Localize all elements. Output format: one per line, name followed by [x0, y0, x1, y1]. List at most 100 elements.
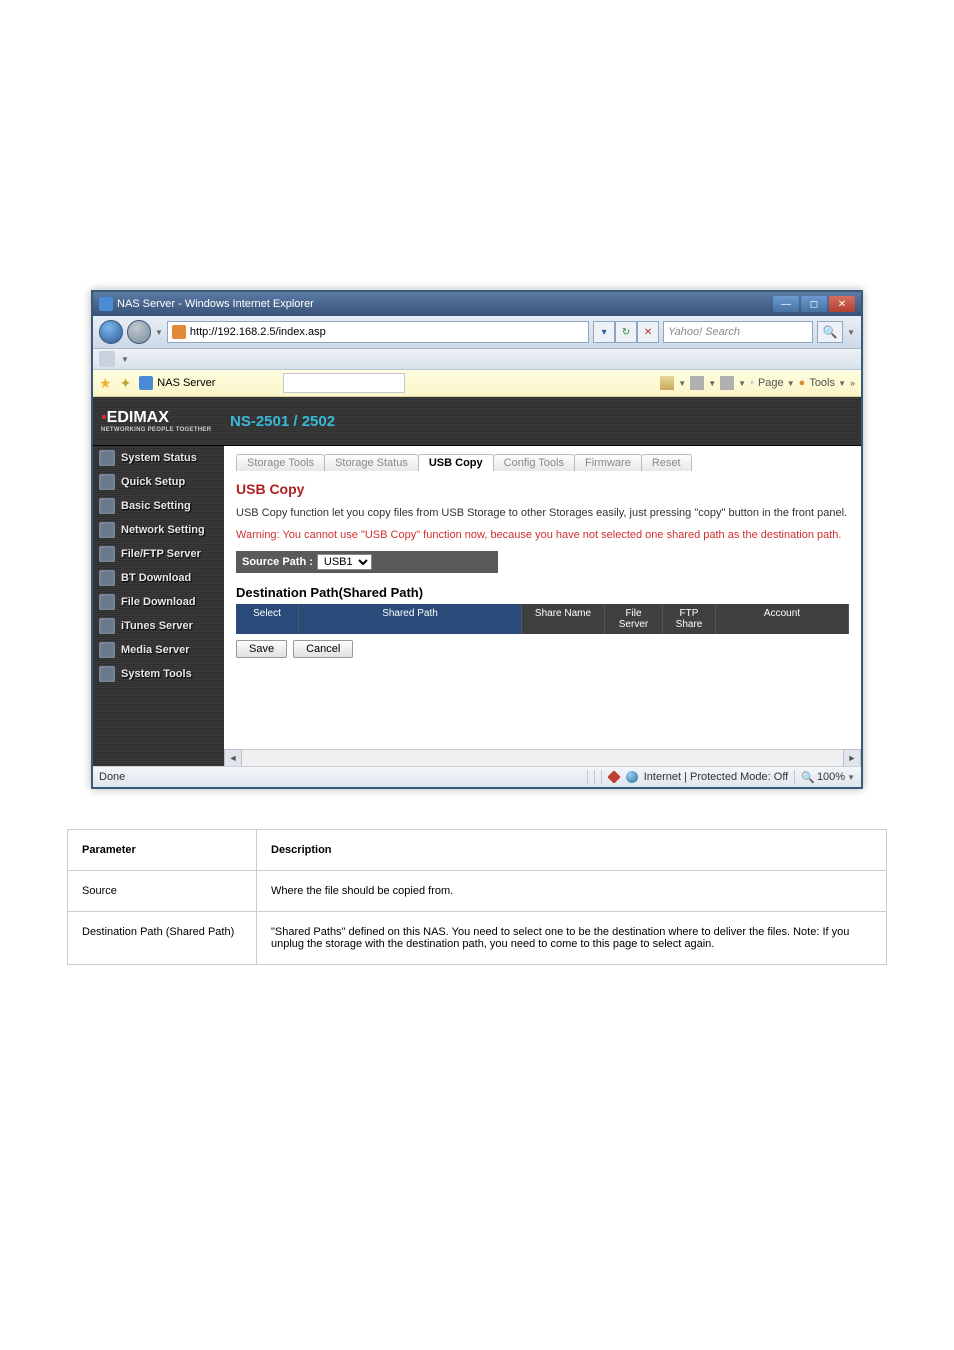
refresh-button[interactable]: ↻: [615, 321, 637, 343]
search-input[interactable]: Yahoo! Search: [663, 321, 813, 343]
tab-storage-tools[interactable]: Storage Tools: [236, 454, 325, 471]
sidebar-item-bt-download[interactable]: BT Download: [93, 566, 224, 590]
add-favorites-icon[interactable]: ✦: [120, 375, 132, 392]
minimize-button[interactable]: —: [773, 296, 799, 312]
chevron-icon[interactable]: »: [850, 378, 855, 388]
stop-button[interactable]: ✕: [637, 321, 659, 343]
close-button[interactable]: ✕: [829, 296, 855, 312]
help-row: Destination Path (Shared Path) "Shared P…: [68, 912, 887, 965]
help-param-1: Destination Path (Shared Path): [68, 912, 257, 965]
sidebar-item-system-status[interactable]: System Status: [93, 446, 224, 470]
basic-icon: [99, 498, 115, 514]
sidebar-item-system-tools[interactable]: System Tools: [93, 662, 224, 686]
tab-config-tools[interactable]: Config Tools: [493, 454, 575, 471]
sidebar-item-network-setting[interactable]: Network Setting: [93, 518, 224, 542]
internet-zone-icon: [626, 771, 638, 783]
zoom-control[interactable]: 🔍 100% ▼: [801, 771, 855, 784]
mail-dropdown-icon[interactable]: ▼: [738, 379, 746, 388]
tab-storage-status[interactable]: Storage Status: [324, 454, 419, 471]
cancel-button[interactable]: Cancel: [293, 640, 353, 658]
menu-bar: ▼: [93, 349, 861, 370]
col-file-server: File Server: [605, 604, 663, 634]
source-path-select[interactable]: USB1: [317, 554, 372, 570]
feeds-dropdown-icon[interactable]: ▼: [708, 379, 716, 388]
main-panel: Storage Tools Storage Status USB Copy Co…: [224, 446, 861, 766]
menu-dropdown-icon[interactable]: ▼: [121, 355, 129, 364]
tools-dot-icon: ●: [799, 377, 806, 389]
bt-icon: [99, 570, 115, 586]
help-header-desc: Description: [271, 844, 332, 856]
back-button[interactable]: [99, 320, 123, 344]
tools-menu[interactable]: Tools ▼: [809, 377, 846, 389]
sidebar-item-file-download[interactable]: File Download: [93, 590, 224, 614]
window-title: NAS Server - Windows Internet Explorer: [117, 298, 314, 310]
scroll-left-icon[interactable]: ◄: [224, 749, 242, 766]
tools-icon: [99, 666, 115, 682]
status-zone: Internet | Protected Mode: Off: [644, 771, 789, 783]
scroll-right-icon[interactable]: ►: [843, 749, 861, 766]
zoom-value: 100%: [817, 771, 845, 783]
model-label: NS-2501 / 2502: [230, 413, 335, 430]
maximize-button[interactable]: ◻: [801, 296, 827, 312]
feeds-icon[interactable]: [690, 376, 704, 390]
zoom-dropdown-icon[interactable]: ▼: [847, 773, 855, 782]
browser-tab[interactable]: NAS Server: [139, 376, 215, 390]
search-dropdown-icon[interactable]: ▼: [847, 328, 855, 337]
shield-icon: [607, 770, 621, 784]
favorites-star-icon[interactable]: ★: [99, 375, 112, 392]
address-bar: ▼ http://192.168.2.5/index.asp ▾ ↻ ✕ Yah…: [93, 316, 861, 349]
url-favicon-icon: [172, 325, 186, 339]
tab-usb-copy[interactable]: USB Copy: [418, 454, 494, 471]
help-header-param: Parameter: [82, 844, 136, 856]
help-param-0: Source: [68, 871, 257, 912]
sidebar-item-file-ftp[interactable]: File/FTP Server: [93, 542, 224, 566]
url-input[interactable]: http://192.168.2.5/index.asp: [167, 321, 589, 343]
help-row: Source Where the file should be copied f…: [68, 871, 887, 912]
sidebar-item-basic-setting[interactable]: Basic Setting: [93, 494, 224, 518]
home-dropdown-icon[interactable]: ▼: [678, 379, 686, 388]
status-done: Done: [99, 771, 125, 783]
nav-dropdown-icon[interactable]: ▼: [155, 328, 163, 337]
sidebar-item-itunes[interactable]: iTunes Server: [93, 614, 224, 638]
col-select: Select: [236, 604, 299, 634]
app-header: ▪EDIMAX NETWORKING PEOPLE TOGETHER NS-25…: [93, 397, 861, 446]
tab-title: NAS Server: [157, 377, 215, 389]
download-icon: [99, 594, 115, 610]
status-icon: [99, 450, 115, 466]
save-button[interactable]: Save: [236, 640, 287, 658]
browser-window: NAS Server - Windows Internet Explorer —…: [91, 290, 863, 789]
search-button[interactable]: 🔍: [817, 321, 843, 343]
sidebar-item-quick-setup[interactable]: Quick Setup: [93, 470, 224, 494]
status-bar: Done Internet | Protected Mode: Off 🔍 10…: [93, 766, 861, 787]
forward-button[interactable]: [127, 320, 151, 344]
tab-bar: ★ ✦ NAS Server ▼ ▼ ▼ ◦ Page ▼ ● Tools ▼: [93, 370, 861, 397]
page-menu[interactable]: Page ▼: [758, 377, 795, 389]
horizontal-scrollbar[interactable]: ◄ ►: [224, 749, 861, 766]
tab-reset[interactable]: Reset: [641, 454, 692, 471]
url-text: http://192.168.2.5/index.asp: [190, 326, 326, 338]
sidebar-item-media[interactable]: Media Server: [93, 638, 224, 662]
setup-icon: [99, 474, 115, 490]
compat-view-icon[interactable]: [99, 351, 115, 367]
sidebar: System Status Quick Setup Basic Setting …: [93, 446, 224, 766]
ftp-icon: [99, 546, 115, 562]
mail-icon[interactable]: [720, 376, 734, 390]
home-icon[interactable]: [660, 376, 674, 390]
page-tabs: Storage Tools Storage Status USB Copy Co…: [236, 454, 849, 471]
url-dropdown-icon[interactable]: ▾: [593, 321, 615, 343]
itunes-icon: [99, 618, 115, 634]
brand-logo: ▪EDIMAX NETWORKING PEOPLE TOGETHER: [93, 409, 224, 433]
help-desc-0: Where the file should be copied from.: [257, 871, 887, 912]
col-share-name: Share Name: [522, 604, 605, 634]
zoom-icon: 🔍: [801, 771, 815, 784]
destination-header: Select Shared Path Share Name File Serve…: [236, 604, 849, 634]
source-path-label: Source Path :: [242, 556, 313, 568]
col-ftp-share: FTP Share: [663, 604, 716, 634]
tab-firmware[interactable]: Firmware: [574, 454, 642, 471]
new-tab-button[interactable]: [283, 373, 405, 393]
search-placeholder: Yahoo! Search: [668, 326, 740, 338]
description-text: USB Copy function let you copy files fro…: [236, 507, 849, 519]
destination-title: Destination Path(Shared Path): [236, 585, 849, 600]
section-title: USB Copy: [236, 481, 849, 497]
warning-text: Warning: You cannot use "USB Copy" funct…: [236, 529, 849, 541]
